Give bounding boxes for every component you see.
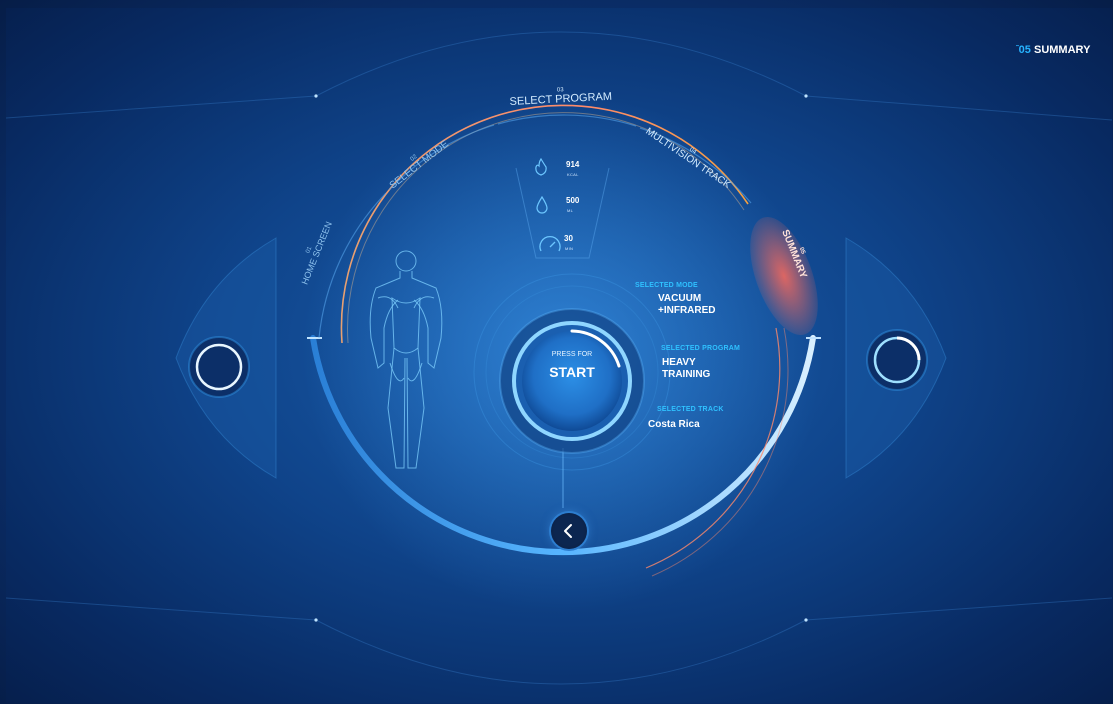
stat-value: 30 [564,234,573,243]
main-panel: 01 HOME SCREEN 02 SELECT MODE 03 SELECT … [6,8,1112,703]
step-indicator-badge: ˜05 SUMMARY [1016,44,1090,56]
start-ring-icon [499,308,645,454]
selected-track-value: Costa Rica [648,419,700,430]
badge-number: 05 [1018,44,1031,56]
stat-unit: KCAL [567,172,579,177]
selected-program-value-2: TRAINING [662,369,711,380]
left-nav-button[interactable] [186,334,252,400]
chevron-left-icon [564,524,572,538]
ring-icon [188,336,250,398]
start-button[interactable]: PRESS FOR START [497,306,647,456]
speedometer-icon [539,235,561,252]
selected-mode-label: SELECTED MODE [635,282,698,289]
app-screen: 01 HOME SCREEN 02 SELECT MODE 03 SELECT … [0,0,1113,704]
start-label: START [549,364,595,380]
water-drop-icon [536,196,548,214]
badge-label: SUMMARY [1033,44,1091,56]
start-hint: PRESS FOR [551,351,593,358]
stat-unit: ML [567,208,574,213]
selected-track-label: SELECTED TRACK [657,406,724,413]
right-nav-button[interactable] [864,327,930,393]
selected-program-label: SELECTED PROGRAM [661,345,741,352]
flame-icon [535,158,547,176]
selected-program-value-1: HEAVY [662,357,696,368]
stat-unit: MIN [565,246,574,251]
selected-mode-value-2: +INFRARED [658,305,716,316]
back-button[interactable] [551,513,587,549]
stat-value: 500 [566,196,580,205]
ring-icon [866,329,928,391]
stat-value: 914 [566,160,580,169]
selected-mode-value-1: VACUUM [658,293,702,304]
